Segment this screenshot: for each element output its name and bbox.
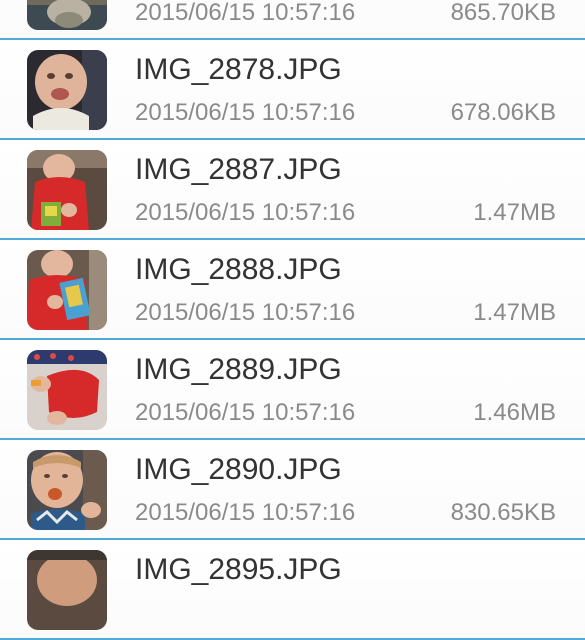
file-list: 2015/06/15 10:57:16 865.70KB IMG_2878.JP… bbox=[0, 0, 585, 640]
file-row[interactable]: IMG_2895.JPG bbox=[0, 540, 585, 640]
file-size: 1.46MB bbox=[473, 399, 556, 426]
file-size: 865.70KB bbox=[450, 0, 556, 26]
file-row[interactable]: IMG_2878.JPG 2015/06/15 10:57:16 678.06K… bbox=[0, 40, 585, 140]
file-row[interactable]: 2015/06/15 10:57:16 865.70KB bbox=[0, 0, 585, 40]
file-row[interactable]: IMG_2888.JPG 2015/06/15 10:57:16 1.47MB bbox=[0, 240, 585, 340]
photo-thumbnail-icon bbox=[27, 350, 107, 430]
photo-thumbnail-icon bbox=[27, 0, 107, 30]
file-size: 830.65KB bbox=[450, 499, 556, 526]
file-name: IMG_2889.JPG bbox=[135, 353, 342, 386]
file-row[interactable]: IMG_2889.JPG 2015/06/15 10:57:16 1.46MB bbox=[0, 340, 585, 440]
file-date: 2015/06/15 10:57:16 bbox=[135, 99, 356, 126]
file-date: 2015/06/15 10:57:16 bbox=[135, 299, 356, 326]
photo-thumbnail-icon bbox=[27, 550, 107, 630]
file-name: IMG_2887.JPG bbox=[135, 153, 342, 186]
photo-thumbnail-icon bbox=[27, 450, 107, 530]
file-size: 678.06KB bbox=[450, 99, 556, 126]
photo-thumbnail-icon bbox=[27, 50, 107, 130]
file-size: 1.47MB bbox=[473, 199, 556, 226]
file-name: IMG_2888.JPG bbox=[135, 253, 342, 286]
file-name: IMG_2890.JPG bbox=[135, 453, 342, 486]
photo-thumbnail-icon bbox=[27, 150, 107, 230]
file-size: 1.47MB bbox=[473, 299, 556, 326]
file-date: 2015/06/15 10:57:16 bbox=[135, 0, 356, 26]
file-date: 2015/06/15 10:57:16 bbox=[135, 199, 356, 226]
photo-thumbnail-icon bbox=[27, 250, 107, 330]
file-name: IMG_2878.JPG bbox=[135, 53, 342, 86]
file-date: 2015/06/15 10:57:16 bbox=[135, 399, 356, 426]
file-date: 2015/06/15 10:57:16 bbox=[135, 499, 356, 526]
file-row[interactable]: IMG_2887.JPG 2015/06/15 10:57:16 1.47MB bbox=[0, 140, 585, 240]
file-name: IMG_2895.JPG bbox=[135, 553, 342, 586]
file-row[interactable]: IMG_2890.JPG 2015/06/15 10:57:16 830.65K… bbox=[0, 440, 585, 540]
